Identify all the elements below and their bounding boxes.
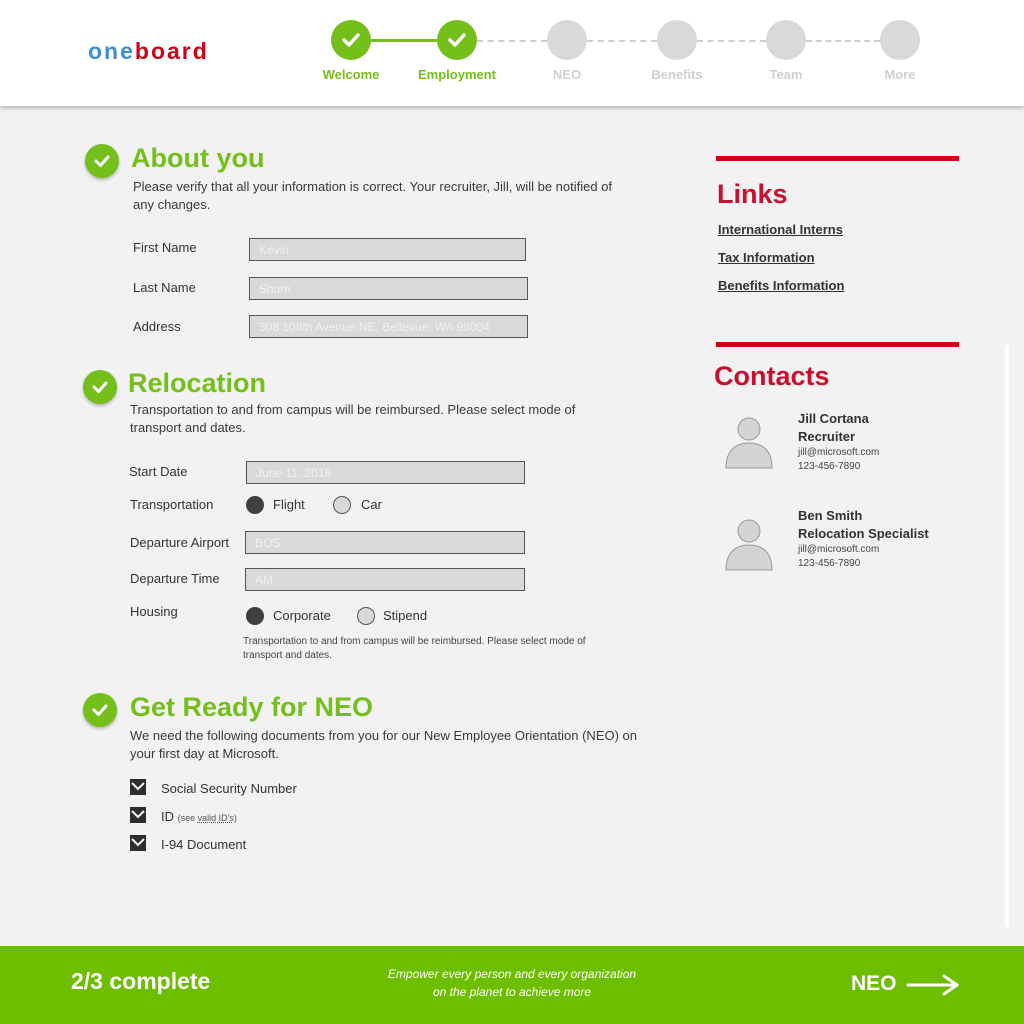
id-label: ID (see valid ID's) [161,809,237,824]
contact-email[interactable]: jill@microsoft.com [798,447,879,458]
checkbox-checked-icon [131,838,145,847]
next-step-button[interactable]: NEO [851,972,897,996]
departure-time-label: Departure Time [130,571,220,586]
about-title: About you [131,143,265,173]
first-name-field[interactable]: Kevin [249,238,526,261]
scrollbar[interactable] [1005,345,1009,927]
step-welcome[interactable]: Welcome [301,20,401,82]
step-label: Welcome [322,67,380,82]
ssn-checkbox[interactable] [130,779,146,795]
step-label: Benefits [651,67,703,82]
contact-role: Recruiter [798,429,856,444]
contact-email[interactable]: jill@microsoft.com [798,544,879,555]
step-label: NEO [552,67,582,82]
address-field[interactable]: 308 108th Avenue NE, Bellevue, WA 98004 [249,315,528,338]
step-label: Employment [417,67,496,82]
departure-airport-field[interactable]: BOS [245,531,525,554]
user-avatar-icon [725,519,773,571]
id-hint-suffix: ) [233,813,237,823]
contact-name: Ben Smith [798,508,863,523]
footer: 2/3 complete Empower every person and ev… [0,946,1024,1024]
id-label-text: ID [161,809,174,824]
link-tax-information[interactable]: Tax Information [718,250,815,265]
checkbox-checked-icon [131,810,145,819]
links-title: Links [717,179,788,209]
contact-phone[interactable]: 123-456-7890 [798,558,860,569]
user-avatar-icon [725,417,773,469]
housing-label: Housing [130,604,178,619]
about-description: Please verify that all your information … [133,179,613,212]
header: oneboard Welcome Employment NEO Benefits [0,0,1024,106]
transportation-label: Transportation [130,497,214,512]
step-circle [331,20,371,60]
progress-status: 2/3 complete [71,968,211,994]
stipend-radio-label[interactable]: Stipend [383,608,427,623]
i94-checkbox[interactable] [130,835,146,851]
check-circle-icon [92,381,108,393]
check-circle-icon [92,704,108,716]
flight-radio[interactable] [246,496,264,514]
step-label: Team [769,67,803,82]
start-date-label: Start Date [129,464,188,479]
id-checkbox[interactable] [130,807,146,823]
contact-phone[interactable]: 123-456-7890 [798,461,860,472]
progress-stepper: Welcome Employment NEO Benefits Team Mor… [0,0,1024,106]
relocation-note: Transportation to and from campus will b… [243,636,586,661]
tagline-line-2: on the planet to achieve more [432,985,592,999]
address-label: Address [133,319,181,334]
check-icon [342,33,360,47]
flight-radio-label[interactable]: Flight [273,497,305,512]
links-divider [716,156,959,161]
tagline: Empower every person and every organizat… [362,965,662,1001]
check-circle-icon [94,155,110,167]
step-circle [880,20,920,60]
last-name-field[interactable]: Shum [249,277,528,300]
contacts-divider [716,342,959,347]
checkbox-checked-icon [131,782,145,791]
contact-name: Jill Cortana [798,411,869,426]
tagline-line-1: Empower every person and every organizat… [387,967,637,981]
start-date-field[interactable]: June 11, 2018 [246,461,525,484]
section-complete-badge [85,144,119,178]
contact-role: Relocation Specialist [798,526,929,541]
stipend-radio[interactable] [357,607,375,625]
ssn-label: Social Security Number [161,781,297,796]
corporate-radio[interactable] [246,607,264,625]
arrow-right-icon[interactable] [906,974,960,996]
link-benefits-information[interactable]: Benefits Information [718,278,844,293]
neo-title: Get Ready for NEO [130,692,374,722]
section-complete-badge [83,370,117,404]
first-name-label: First Name [133,240,197,255]
step-circle [657,20,697,60]
departure-airport-label: Departure Airport [130,535,229,550]
relocation-title: Relocation [128,368,267,398]
valid-ids-link[interactable]: valid ID's [198,813,234,823]
step-benefits[interactable]: Benefits [627,20,727,82]
id-hint: (see valid ID's) [178,813,237,823]
car-radio-label[interactable]: Car [361,497,382,512]
step-label: More [884,67,916,82]
contacts-title: Contacts [714,361,830,391]
step-circle [547,20,587,60]
link-international-interns[interactable]: International Interns [718,222,843,237]
step-circle [766,20,806,60]
neo-description: We need the following documents from you… [130,728,637,761]
section-complete-badge [83,693,117,727]
step-more[interactable]: More [850,20,950,82]
i94-label: I-94 Document [161,837,247,852]
relocation-description: Transportation to and from campus will b… [130,402,576,435]
id-hint-prefix: (see [177,813,198,823]
step-team[interactable]: Team [736,20,836,82]
step-employment[interactable]: Employment [407,20,507,82]
last-name-label: Last Name [133,280,196,295]
departure-time-field[interactable]: AM [245,568,525,591]
corporate-radio-label[interactable]: Corporate [273,608,331,623]
step-circle [437,20,477,60]
check-icon [448,33,466,47]
car-radio[interactable] [333,496,351,514]
step-neo[interactable]: NEO [517,20,617,82]
